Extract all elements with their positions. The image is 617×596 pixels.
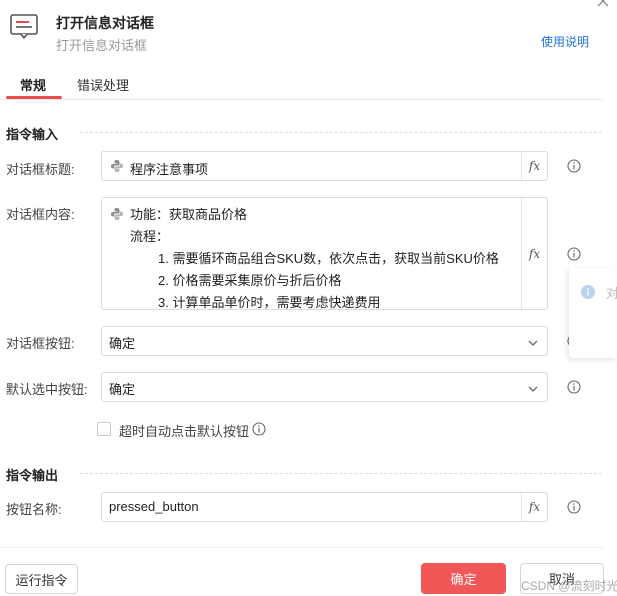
run-command-button[interactable]: 运行指令 (5, 564, 78, 594)
info-icon[interactable] (567, 247, 581, 261)
python-icon (110, 207, 124, 221)
tab-bar: 常规 错误处理 (0, 66, 603, 100)
dialog-buttons-select[interactable]: 确定 (101, 326, 548, 356)
info-icon (581, 285, 595, 299)
dialog-title-value: 程序注意事项 (130, 162, 209, 177)
dialog-content-text: 功能：获取商品价格 流程： 1. 需要循环商品组合SKU数，依次点击，获取当前S… (130, 204, 499, 314)
content-line: 2. 价格需要采集原价与折后价格 (158, 273, 342, 288)
help-link[interactable]: 使用说明 (541, 33, 589, 50)
close-icon[interactable] (596, 0, 610, 8)
dialog-buttons-label: 对话框按钮: (6, 336, 75, 351)
dialog-buttons-value: 确定 (109, 336, 136, 351)
dialog-content-textarea[interactable]: 功能：获取商品价格 流程： 1. 需要循环商品组合SKU数，依次点击，获取当前S… (101, 197, 548, 310)
fx-button[interactable]: fx (521, 198, 547, 309)
message-box-icon (10, 14, 38, 40)
footer-divider (0, 547, 603, 548)
chevron-down-icon (527, 336, 539, 346)
default-button-value: 确定 (109, 382, 136, 397)
button-name-input[interactable]: pressed_button fx (101, 492, 548, 522)
dialog-subtitle: 打开信息对话框 (56, 38, 148, 53)
button-name-label: 按钮名称: (6, 502, 62, 517)
dialog-title-input[interactable]: 程序注意事项 fx (101, 151, 548, 181)
dialog-title-label: 对话框标题: (6, 162, 75, 177)
info-icon[interactable] (567, 500, 581, 514)
timeout-checkbox-label[interactable]: 超时自动点击默认按钮 (119, 421, 249, 440)
content-line: 流程： (130, 229, 170, 244)
section-title-input: 指令输入 (6, 127, 59, 142)
content-line: 1. 需要循环商品组合SKU数，依次点击，获取当前SKU价格 (158, 251, 499, 266)
info-icon[interactable] (567, 159, 581, 173)
side-panel-text: 对 (606, 286, 617, 301)
chevron-down-icon (527, 382, 539, 392)
fx-button[interactable]: fx (521, 152, 547, 180)
default-button-select[interactable]: 确定 (101, 372, 548, 402)
watermark: CSDN @流刻时光 (521, 579, 617, 593)
python-icon (110, 159, 124, 173)
timeout-checkbox[interactable] (97, 422, 111, 436)
tab-basic[interactable]: 常规 (20, 75, 46, 94)
default-button-label: 默认选中按钮: (6, 382, 88, 397)
content-line: 3. 计算单品单价时，需要考虑快递费用 (158, 295, 381, 310)
info-icon[interactable] (252, 422, 266, 436)
section-title-output: 指令输出 (6, 468, 59, 483)
content-line: 功能：获取商品价格 (130, 207, 248, 222)
section-divider (80, 473, 602, 474)
info-icon[interactable] (567, 380, 581, 394)
fx-button[interactable]: fx (521, 493, 547, 521)
dialog-content-label: 对话框内容: (6, 207, 75, 222)
tab-error-handling[interactable]: 错误处理 (77, 75, 129, 94)
ok-button[interactable]: 确定 (421, 563, 506, 594)
button-name-value: pressed_button (109, 499, 199, 514)
section-divider (80, 132, 602, 133)
side-floating-panel[interactable]: 对 (569, 268, 617, 358)
dialog-title: 打开信息对话框 (56, 15, 154, 31)
active-tab-indicator (6, 96, 62, 99)
